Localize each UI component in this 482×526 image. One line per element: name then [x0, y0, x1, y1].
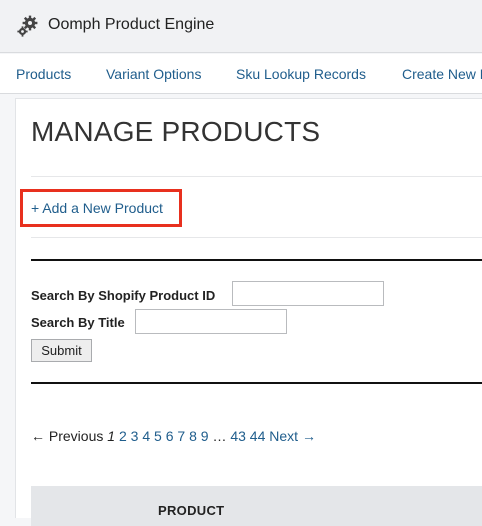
pagination-page-link[interactable]: 3	[131, 428, 139, 444]
pagination-page-link[interactable]: 8	[189, 428, 197, 444]
pagination-page-link[interactable]: 4	[142, 428, 150, 444]
divider	[31, 237, 482, 238]
nav-item-products[interactable]: Products	[16, 66, 71, 82]
pagination-page-link[interactable]: 5	[154, 428, 162, 444]
search-divider-bottom	[31, 382, 482, 384]
pagination-page-link[interactable]: 6	[166, 428, 174, 444]
gears-icon	[17, 15, 38, 37]
app-title: Oomph Product Engine	[48, 16, 215, 33]
pagination-next[interactable]: Next →	[269, 428, 316, 444]
nav-item-sku-lookup-records[interactable]: Sku Lookup Records	[236, 66, 366, 82]
nav-item-variant-options[interactable]: Variant Options	[106, 66, 201, 82]
content-panel: MANAGE PRODUCTS + Add a New Product Sear…	[15, 98, 482, 526]
pagination-page-link[interactable]: 44	[250, 428, 266, 444]
submit-button[interactable]: Submit	[31, 339, 92, 362]
pagination-page-link[interactable]: 9	[201, 428, 209, 444]
pagination-page-link[interactable]: 2	[119, 428, 127, 444]
nav-item-create-new[interactable]: Create New P	[402, 66, 482, 82]
search-divider-top	[31, 259, 482, 261]
shopify-id-label: Search By Shopify Product ID	[31, 288, 216, 303]
pagination-current-page: 1	[107, 428, 116, 444]
shopify-id-input[interactable]	[232, 281, 384, 306]
pagination-page-link[interactable]: 43	[230, 428, 246, 444]
pagination-ellipsis: …	[212, 428, 227, 444]
pagination-page-link[interactable]: 7	[177, 428, 185, 444]
add-new-product-link[interactable]: + Add a New Product	[31, 200, 163, 216]
title-label: Search By Title	[31, 315, 125, 330]
column-header-product[interactable]: PRODUCT	[158, 503, 224, 518]
pagination-previous: ← Previous	[31, 428, 104, 444]
divider	[31, 176, 482, 177]
main-nav: Products Variant Options Sku Lookup Reco…	[0, 54, 482, 94]
pagination: ← Previous 1 2 3 4 5 6 7 8 9 … 43 44 Nex…	[31, 428, 316, 444]
products-table-header: PRODUCT	[31, 486, 482, 526]
top-bar: Oomph Product Engine	[0, 0, 482, 53]
title-input[interactable]	[135, 309, 287, 334]
page-title: MANAGE PRODUCTS	[31, 116, 321, 147]
